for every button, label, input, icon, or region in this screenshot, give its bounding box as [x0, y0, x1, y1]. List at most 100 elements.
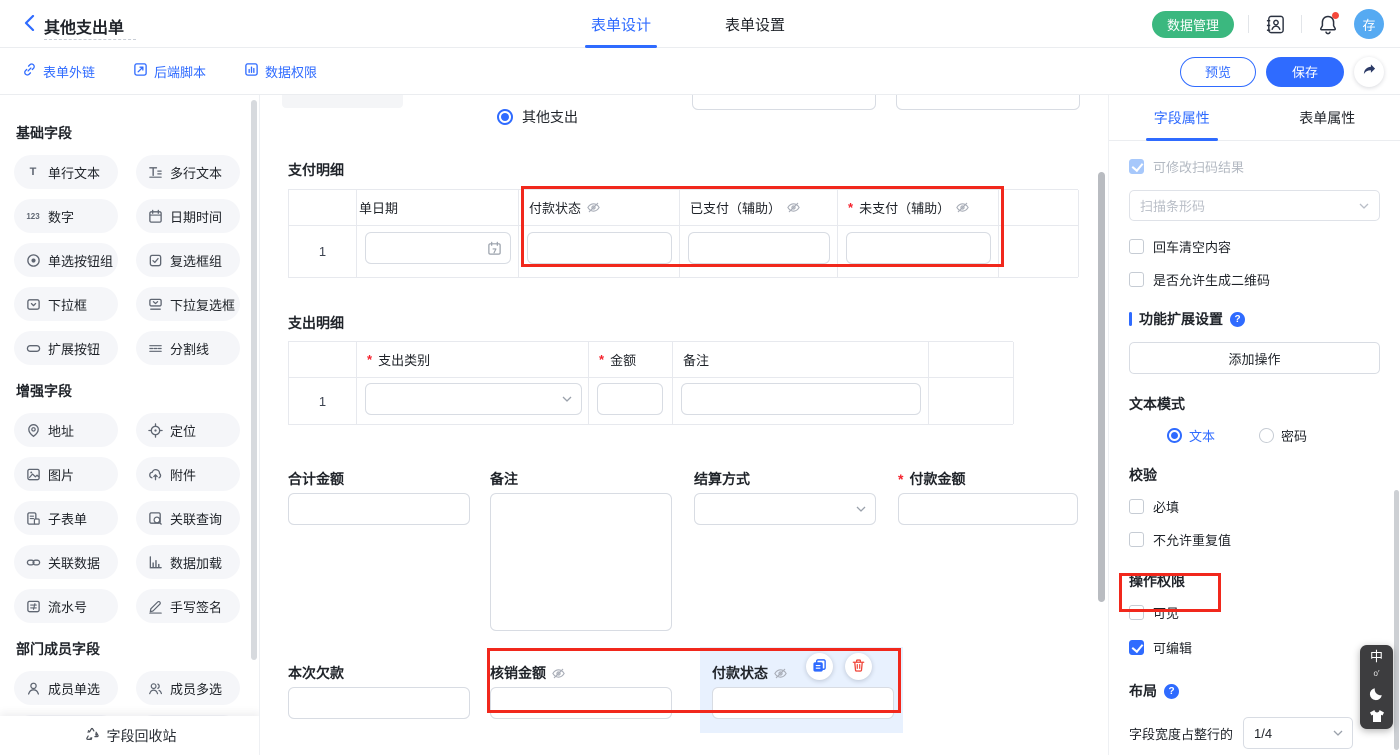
- property-panel: 字段属性 表单属性 可修改扫码结果 扫描条形码 回车清空内容 是否允许生成二维码: [1108, 95, 1400, 755]
- sidebar-item-radio-group[interactable]: 单选按钮组: [14, 243, 118, 277]
- small-cursor-icon: o′: [1374, 671, 1380, 677]
- divider: [1248, 15, 1249, 33]
- text-mode-radios: 文本 密码: [1167, 426, 1380, 445]
- date-input[interactable]: [365, 232, 511, 264]
- column-label: 单日期: [359, 198, 398, 217]
- note-input[interactable]: [681, 383, 921, 415]
- radio-text-mode[interactable]: 文本: [1167, 426, 1215, 445]
- table-col-note[interactable]: 备注: [673, 342, 929, 424]
- sidebar-item-image[interactable]: 图片: [14, 457, 118, 491]
- sidebar-item-attachment[interactable]: 附件: [136, 457, 240, 491]
- checkbox-required[interactable]: 必填: [1129, 497, 1380, 516]
- contacts-icon[interactable]: [1263, 12, 1287, 36]
- writeoff-input[interactable]: [490, 687, 672, 719]
- checkbox-visible[interactable]: 可见: [1129, 603, 1380, 622]
- help-icon[interactable]: ?: [1230, 312, 1245, 327]
- dark-mode-moon-icon[interactable]: [1369, 685, 1385, 701]
- add-action-button[interactable]: 添加操作: [1129, 342, 1380, 374]
- sidebar-item-subform[interactable]: 子表单: [14, 501, 118, 535]
- sidebar-item-serial-number[interactable]: 流水号: [14, 589, 118, 623]
- field-recycle-bin[interactable]: 字段回收站: [0, 716, 260, 755]
- share-arrow-icon: [1362, 63, 1377, 80]
- table-col-paid-aux[interactable]: 已支付（辅助）: [680, 190, 838, 277]
- pay-amount-input[interactable]: [898, 493, 1078, 525]
- payment-table-title: 支付明细: [288, 160, 344, 180]
- table-col-expense-category[interactable]: *支出类别: [357, 342, 589, 424]
- delete-field-button[interactable]: [845, 653, 872, 680]
- radio-option-other-expense[interactable]: 其他支出: [497, 107, 578, 127]
- sidebar-item-datetime[interactable]: 日期时间: [136, 199, 240, 233]
- sidebar-item-multi-dropdown[interactable]: 下拉复选框: [136, 287, 240, 321]
- copy-field-button[interactable]: [806, 653, 833, 680]
- sidebar-item-extend-button[interactable]: 扩展按钮: [14, 331, 118, 365]
- avatar[interactable]: 存: [1354, 9, 1384, 39]
- group-title-enhanced: 增强字段: [16, 381, 245, 401]
- canvas-scrollbar[interactable]: [1098, 172, 1105, 602]
- sidebar-item-data-load[interactable]: 数据加载: [136, 545, 240, 579]
- back-button[interactable]: [18, 13, 40, 35]
- tab-form-design[interactable]: 表单设计: [585, 0, 657, 48]
- sidebar-scrollbar[interactable]: [251, 100, 257, 660]
- owed-now-input[interactable]: [288, 687, 470, 719]
- row-number: 1: [289, 378, 356, 424]
- required-star: *: [367, 352, 372, 367]
- sidebar-item-member-single[interactable]: 成员单选: [14, 671, 118, 705]
- form-external-link[interactable]: 表单外链: [22, 62, 95, 81]
- data-permission[interactable]: 数据权限: [244, 62, 317, 81]
- tab-field-properties[interactable]: 字段属性: [1109, 95, 1255, 140]
- unpaid-aux-input[interactable]: [846, 232, 991, 264]
- sidebar-item-divider-line[interactable]: 分割线: [136, 331, 240, 365]
- checkbox-allow-qrcode[interactable]: 是否允许生成二维码: [1129, 270, 1380, 289]
- column-label: 已支付（辅助）: [690, 198, 781, 217]
- theme-shirt-icon[interactable]: [1369, 709, 1385, 723]
- sidebar-item-member-multi[interactable]: 成员多选: [136, 671, 240, 705]
- sidebar-item-checkbox-group[interactable]: 复选框组: [136, 243, 240, 277]
- form-designer-app: 其他支出单 表单设计 表单设置 数据管理 存: [0, 0, 1400, 755]
- sidebar-item-signature[interactable]: 手写签名: [136, 589, 240, 623]
- total-amount-input[interactable]: [288, 493, 470, 525]
- eye-hidden-icon: [773, 666, 788, 681]
- checkbox-editable[interactable]: 可编辑: [1129, 638, 1380, 657]
- scan-barcode-select[interactable]: 扫描条形码: [1129, 190, 1380, 221]
- sidebar-item-dropdown[interactable]: 下拉框: [14, 287, 118, 321]
- toolbar-link-label: 表单外链: [43, 62, 95, 81]
- preview-button[interactable]: 预览: [1180, 57, 1256, 87]
- pay-status-input[interactable]: [527, 232, 672, 264]
- data-manage-button[interactable]: 数据管理: [1152, 11, 1234, 38]
- amount-input[interactable]: [597, 383, 663, 415]
- table-col-amount[interactable]: *金额: [589, 342, 673, 424]
- table-col-unpaid-aux[interactable]: *未支付（辅助）: [838, 190, 999, 277]
- checkbox-enter-clear[interactable]: 回车清空内容: [1129, 237, 1380, 256]
- expense-category-select[interactable]: [365, 383, 582, 415]
- pay-status-field-input[interactable]: [712, 687, 894, 719]
- checkbox-editable-scan-result[interactable]: 可修改扫码结果: [1129, 157, 1380, 176]
- share-button[interactable]: [1354, 57, 1384, 87]
- panel-scrollbar[interactable]: [1394, 490, 1399, 750]
- radio-password-mode[interactable]: 密码: [1259, 426, 1307, 445]
- sidebar-item-related-data[interactable]: 关联数据: [14, 545, 118, 579]
- partial-input[interactable]: [692, 95, 876, 110]
- sidebar-item-single-text[interactable]: T 单行文本: [14, 155, 118, 189]
- backend-script[interactable]: 后端脚本: [133, 62, 206, 81]
- note-textarea[interactable]: [490, 493, 672, 631]
- partial-input[interactable]: [896, 95, 1080, 110]
- language-toggle-icon[interactable]: 中: [1370, 651, 1383, 663]
- tab-form-properties[interactable]: 表单属性: [1255, 95, 1400, 140]
- script-icon: [133, 62, 148, 80]
- chevron-down-icon: [1359, 203, 1369, 209]
- sidebar-item-multi-text[interactable]: 多行文本: [136, 155, 240, 189]
- table-col-date[interactable]: 单日期: [357, 190, 519, 277]
- sidebar-item-number[interactable]: 123 数字: [14, 199, 118, 233]
- table-col-pay-status[interactable]: 付款状态: [519, 190, 680, 277]
- field-width-select[interactable]: 1/4: [1243, 717, 1353, 749]
- save-button[interactable]: 保存: [1266, 57, 1344, 87]
- checkbox-no-duplicate[interactable]: 不允许重复值: [1129, 530, 1380, 549]
- settle-method-select[interactable]: [694, 493, 876, 525]
- sidebar-item-location[interactable]: 定位: [136, 413, 240, 447]
- help-icon[interactable]: ?: [1164, 684, 1179, 699]
- sidebar-item-lookup[interactable]: 关联查询: [136, 501, 240, 535]
- paid-aux-input[interactable]: [688, 232, 830, 264]
- bell-icon[interactable]: [1316, 12, 1340, 36]
- tab-form-settings[interactable]: 表单设置: [719, 0, 791, 48]
- sidebar-item-address[interactable]: 地址: [14, 413, 118, 447]
